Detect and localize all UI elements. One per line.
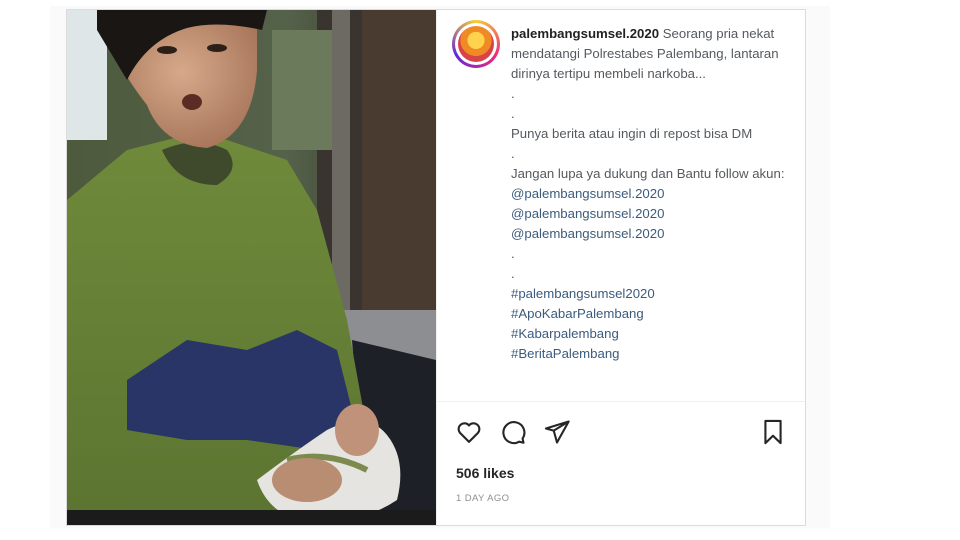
caption-dot: .: [511, 146, 515, 161]
hashtag-link[interactable]: #palembangsumsel2020: [511, 284, 795, 304]
profile-avatar[interactable]: [452, 20, 500, 68]
comment-icon[interactable]: [499, 418, 527, 446]
action-bar: [455, 418, 787, 448]
post-sidebar: palembangsumsel.2020 Seorang pria nekat …: [436, 10, 805, 525]
caption-scroll-area[interactable]: palembangsumsel.2020 Seorang pria nekat …: [437, 10, 805, 397]
post-timestamp[interactable]: 1 DAY AGO: [456, 493, 509, 504]
actions-divider: [437, 401, 805, 402]
send-icon[interactable]: [543, 418, 571, 446]
caption-dot: .: [511, 86, 515, 101]
caption-dot: .: [511, 106, 515, 121]
instagram-post: palembangsumsel.2020 Seorang pria nekat …: [66, 9, 806, 526]
post-video[interactable]: [67, 10, 436, 525]
post-caption: palembangsumsel.2020 Seorang pria nekat …: [511, 24, 795, 364]
heart-icon[interactable]: [455, 418, 483, 446]
hashtag-link[interactable]: #ApoKabarPalembang: [511, 304, 795, 324]
mention-link[interactable]: @palembangsumsel.2020: [511, 224, 795, 244]
caption-dot: .: [511, 246, 515, 261]
follow-text: Jangan lupa ya dukung dan Bantu follow a…: [511, 166, 785, 181]
video-frame-image: [67, 10, 436, 525]
hashtag-link[interactable]: #BeritaPalembang: [511, 344, 795, 364]
mention-link[interactable]: @palembangsumsel.2020: [511, 204, 795, 224]
hashtag-link[interactable]: #Kabarpalembang: [511, 324, 795, 344]
caption-dot: .: [511, 266, 515, 281]
username-link[interactable]: palembangsumsel.2020: [511, 26, 659, 41]
mention-link[interactable]: @palembangsumsel.2020: [511, 186, 664, 201]
bookmark-icon[interactable]: [759, 418, 787, 446]
repost-text: Punya berita atau ingin di repost bisa D…: [511, 126, 753, 141]
likes-count[interactable]: 506 likes: [456, 465, 514, 481]
